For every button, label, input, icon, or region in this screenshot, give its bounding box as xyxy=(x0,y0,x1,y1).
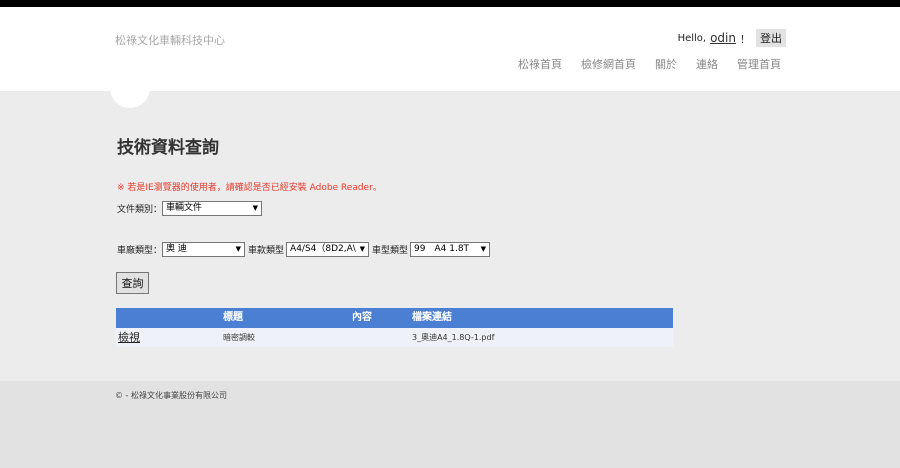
nav-item-home[interactable]: 松祿首頁 xyxy=(518,56,562,72)
greeting-exclaim: ！ xyxy=(740,34,750,46)
brand-title[interactable]: 松祿文化車輛科技中心 xyxy=(115,32,225,48)
doc-type-select[interactable]: 車輛文件 ▼ xyxy=(162,201,263,216)
column-header-file: 檔案連結 xyxy=(412,312,452,323)
username-link[interactable]: odin xyxy=(710,31,736,45)
logout-button[interactable]: 登出 xyxy=(756,29,786,47)
main-content: 技術資料查詢 ※ 若是IE瀏覽器的使用者，請確認是否已經安裝 Adobe Rea… xyxy=(0,91,900,381)
model-label: 車款類型 xyxy=(248,246,285,256)
results-table: 標題 內容 檔案連結 檢視 暗密調較 3_奧迪A4_1.8Q-1.pdf xyxy=(116,308,673,347)
chevron-down-icon: ▼ xyxy=(235,245,242,253)
table-header: 標題 內容 檔案連結 xyxy=(116,308,673,328)
copyright-text: © - 松祿文化事業股份有限公司 xyxy=(115,391,227,400)
chevron-down-icon: ▼ xyxy=(359,245,366,253)
row-title: 暗密調較 xyxy=(223,333,255,342)
doc-type-label: 文件類別： xyxy=(117,205,163,215)
chevron-down-icon: ▼ xyxy=(480,245,487,253)
car-select[interactable]: 99 A4 1.8T ▼ xyxy=(410,242,491,257)
doc-type-value: 車輛文件 xyxy=(166,203,203,213)
nav-item-contact[interactable]: 連絡 xyxy=(696,56,718,72)
greeting-text: Hello, xyxy=(677,32,707,44)
user-box: Hello, odin ！ 登出 xyxy=(678,29,786,47)
table-row: 檢視 暗密調較 3_奧迪A4_1.8Q-1.pdf xyxy=(116,328,673,347)
column-header-content: 內容 xyxy=(352,312,372,323)
car-label: 車型類型 xyxy=(372,246,409,256)
nav-item-admin[interactable]: 管理首頁 xyxy=(737,56,781,72)
maker-label: 車廠類型： xyxy=(117,246,163,256)
column-header-title: 標題 xyxy=(223,312,243,323)
row-file-link[interactable]: 3_奧迪A4_1.8Q-1.pdf xyxy=(412,328,494,347)
query-button[interactable]: 查詢 xyxy=(116,272,149,294)
nav-item-about[interactable]: 關於 xyxy=(655,56,677,72)
top-bar xyxy=(0,0,900,7)
model-select[interactable]: A4/S4（8D2,A\ ▼ xyxy=(286,242,370,257)
main-nav: 松祿首頁 檢修網首頁 關於 連絡 管理首頁 xyxy=(499,56,781,72)
view-link[interactable]: 檢視 xyxy=(118,328,140,347)
reader-warning: ※ 若是IE瀏覽器的使用者，請確認是否已經安裝 Adobe Reader。 xyxy=(117,183,382,193)
nav-item-repair-home[interactable]: 檢修網首頁 xyxy=(581,56,636,72)
maker-value: 奧 迪 xyxy=(166,244,187,254)
vehicle-filter-row: 車廠類型： 奧 迪 ▼ 車款類型 A4/S4（8D2,A\ ▼ 車型類型 99 … xyxy=(117,242,491,257)
page-title: 技術資料查詢 xyxy=(117,138,219,158)
doc-type-row: 文件類別： 車輛文件 ▼ xyxy=(117,201,263,216)
chevron-down-icon: ▼ xyxy=(252,204,259,212)
site-footer: © - 松祿文化事業股份有限公司 xyxy=(0,381,900,468)
car-value: 99 A4 1.8T xyxy=(414,244,470,254)
logo-circle xyxy=(110,68,150,108)
model-value: A4/S4（8D2,A\ xyxy=(290,244,356,254)
maker-select[interactable]: 奧 迪 ▼ xyxy=(162,242,246,257)
